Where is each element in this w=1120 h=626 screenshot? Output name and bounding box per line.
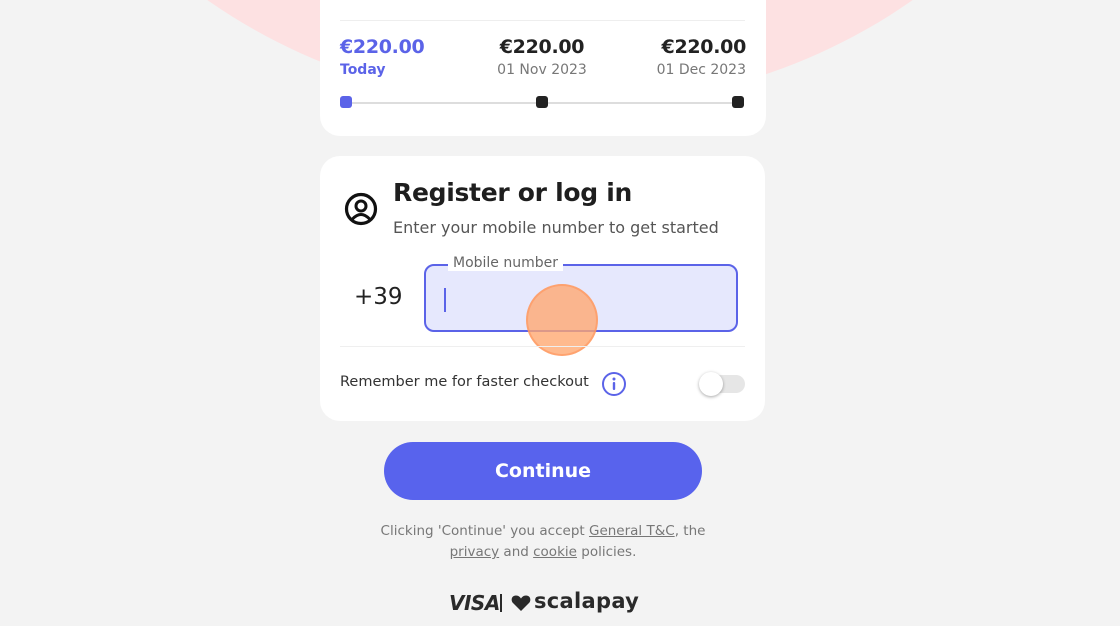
- terms-prefix: Clicking 'Continue' you accept: [380, 523, 589, 539]
- installment-second: €220.00 01 Nov 2023: [482, 36, 602, 78]
- terms-middle: , the: [674, 523, 706, 539]
- toggle-knob: [699, 372, 723, 396]
- installment-date: 01 Nov 2023: [497, 62, 587, 78]
- visa-logo: VISA: [449, 591, 500, 615]
- login-card: Register or log in Enter your mobile num…: [320, 156, 765, 421]
- login-subtitle: Enter your mobile number to get started: [393, 218, 719, 237]
- mobile-number-label: Mobile number: [448, 255, 564, 271]
- remember-me-toggle[interactable]: [699, 372, 745, 396]
- scalapay-logo: scalapay: [534, 589, 640, 613]
- installment-amount: €220.00: [661, 36, 747, 58]
- payment-plan-card: €220.00 Today €220.00 01 Nov 2023 €220.0…: [320, 0, 766, 136]
- terms-and: and: [499, 544, 534, 560]
- terms-text: Clicking 'Continue' you accept General T…: [360, 521, 726, 563]
- text-caret: [444, 288, 446, 312]
- general-terms-link[interactable]: General T&C: [589, 523, 675, 539]
- divider: [340, 346, 745, 347]
- terms-suffix: policies.: [576, 544, 637, 560]
- timeline-marker-second: [536, 96, 548, 108]
- privacy-link[interactable]: privacy: [450, 544, 500, 560]
- login-title: Register or log in: [393, 178, 633, 207]
- continue-button[interactable]: Continue: [384, 442, 702, 500]
- user-circle-icon: [344, 192, 378, 226]
- timeline-marker-today: [340, 96, 352, 108]
- installment-today: €220.00 Today: [340, 36, 425, 78]
- installment-third: €220.00 01 Dec 2023: [656, 36, 747, 78]
- footer-logos: VISA scalapay: [449, 589, 649, 616]
- installment-amount: €220.00: [499, 36, 585, 58]
- country-code-selector[interactable]: +39: [354, 284, 403, 310]
- divider: [340, 20, 745, 21]
- remember-me-label: Remember me for faster checkout: [340, 374, 589, 390]
- installment-amount: €220.00: [340, 36, 425, 58]
- cookie-link[interactable]: cookie: [533, 544, 577, 560]
- heart-icon: [511, 595, 531, 611]
- installment-date: 01 Dec 2023: [656, 62, 746, 78]
- mobile-number-field[interactable]: Mobile number: [424, 255, 738, 356]
- installment-date: Today: [340, 62, 386, 78]
- timeline-marker-third: [732, 96, 744, 108]
- info-icon[interactable]: [601, 371, 627, 397]
- logo-separator: [500, 594, 502, 612]
